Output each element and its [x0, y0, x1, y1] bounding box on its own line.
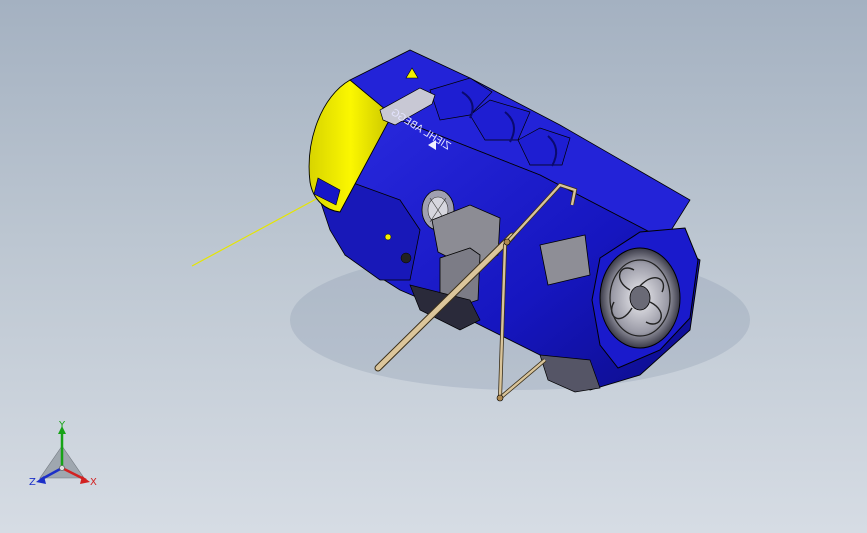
cad-viewport[interactable]: ZIEHL ABEGG Y X Z [0, 0, 867, 533]
axis-z-label: Z [29, 477, 36, 488]
bolt-icon [384, 233, 392, 241]
end-fan-wheel[interactable] [599, 247, 681, 349]
axis-x-label: X [90, 477, 97, 488]
axis-triad[interactable] [36, 426, 90, 484]
axis-y-label: Y [59, 420, 66, 431]
knob-icon [400, 252, 412, 264]
triad-origin [59, 465, 65, 471]
model-canvas[interactable]: ZIEHL ABEGG [0, 0, 867, 533]
leader-line [191, 197, 319, 267]
